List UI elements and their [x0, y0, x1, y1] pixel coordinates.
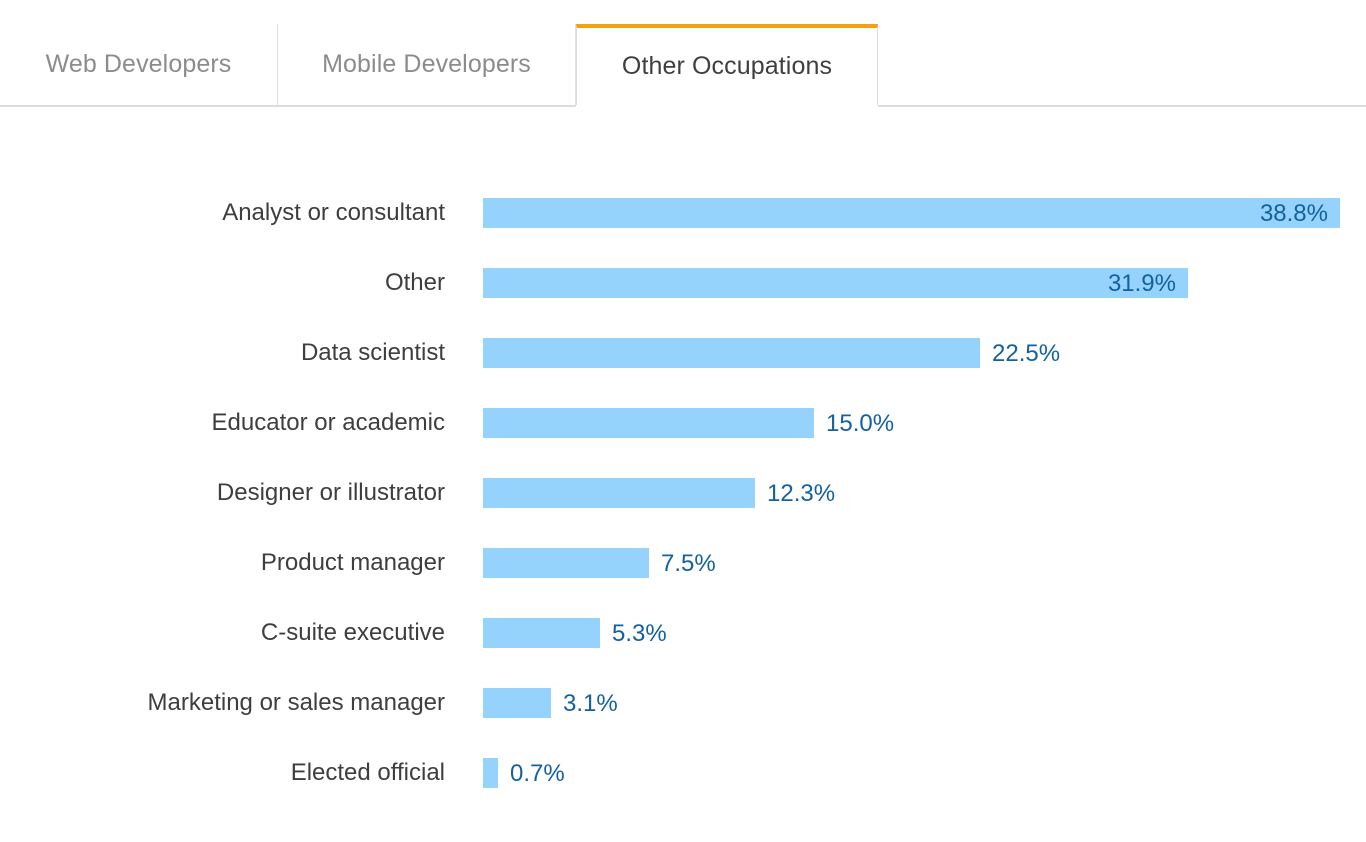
- bar[interactable]: [483, 688, 551, 718]
- bar[interactable]: [483, 338, 980, 368]
- bar-value-label: 0.7%: [510, 760, 565, 787]
- bar-container: 22.5%: [483, 338, 1060, 368]
- tab-label: Mobile Developers: [322, 50, 531, 78]
- tab-mobile-developers[interactable]: Mobile Developers: [277, 24, 576, 105]
- bar[interactable]: [483, 478, 755, 508]
- bar-value-label: 3.1%: [563, 690, 618, 717]
- tab-bar: Web Developers Mobile Developers Other O…: [0, 0, 1366, 107]
- bar[interactable]: [483, 198, 1340, 228]
- bar-row: Marketing or sales manager 3.1%: [0, 688, 1366, 718]
- bar-value-label: 12.3%: [767, 480, 836, 507]
- bar-category-label: Other: [384, 269, 445, 296]
- bar[interactable]: [483, 408, 814, 438]
- bar-value-label: 15.0%: [826, 410, 895, 437]
- bar-category-label: Analyst or consultant: [222, 199, 445, 226]
- bar-row: C-suite executive 5.3%: [0, 618, 1366, 648]
- bar-value-label: 31.9%: [1107, 270, 1176, 297]
- bar[interactable]: [483, 758, 498, 788]
- bar-row: Designer or illustrator 12.3%: [0, 478, 1366, 508]
- bar-category-label: C-suite executive: [260, 619, 445, 646]
- occupations-bar-chart: Analyst or consultant 38.8% Other 31.9% Data…: [0, 107, 1366, 842]
- bar-container: 15.0%: [483, 408, 894, 438]
- bar-category-label: Data scientist: [300, 339, 445, 366]
- bar-row: Other 31.9%: [0, 268, 1366, 298]
- bar-row: Elected official 0.7%: [0, 758, 1366, 788]
- bar-row: Data scientist 22.5%: [0, 338, 1366, 368]
- bar-row: Educator or academic 15.0%: [0, 408, 1366, 438]
- bar[interactable]: [483, 548, 649, 578]
- bar-category-label: Marketing or sales manager: [147, 689, 445, 716]
- bar-container: 5.3%: [483, 618, 667, 648]
- bar-container: 31.9%: [483, 268, 1188, 298]
- bar-container: 3.1%: [483, 688, 618, 718]
- bar-container: 0.7%: [483, 758, 565, 788]
- bar-category-label: Product manager: [260, 549, 445, 576]
- bar[interactable]: [483, 268, 1188, 298]
- bar-container: 7.5%: [483, 548, 716, 578]
- bar-row: Analyst or consultant 38.8%: [0, 198, 1366, 228]
- bar[interactable]: [483, 618, 600, 648]
- bar-container: 38.8%: [483, 198, 1340, 228]
- bar-value-label: 5.3%: [612, 620, 667, 647]
- bar-value-label: 7.5%: [661, 550, 716, 577]
- tab-label: Other Occupations: [621, 52, 833, 80]
- bar-category-label: Educator or academic: [211, 409, 445, 436]
- bar-category-label: Designer or illustrator: [216, 479, 445, 506]
- tab-label: Web Developers: [45, 50, 232, 78]
- tab-web-developers[interactable]: Web Developers: [0, 24, 277, 105]
- bar-category-label: Elected official: [290, 759, 445, 786]
- bar-value-label: 38.8%: [1259, 200, 1328, 227]
- tab-other-occupations[interactable]: Other Occupations: [576, 24, 878, 105]
- bar-row: Product manager 7.5%: [0, 548, 1366, 578]
- bar-container: 12.3%: [483, 478, 835, 508]
- bar-value-label: 22.5%: [992, 340, 1061, 367]
